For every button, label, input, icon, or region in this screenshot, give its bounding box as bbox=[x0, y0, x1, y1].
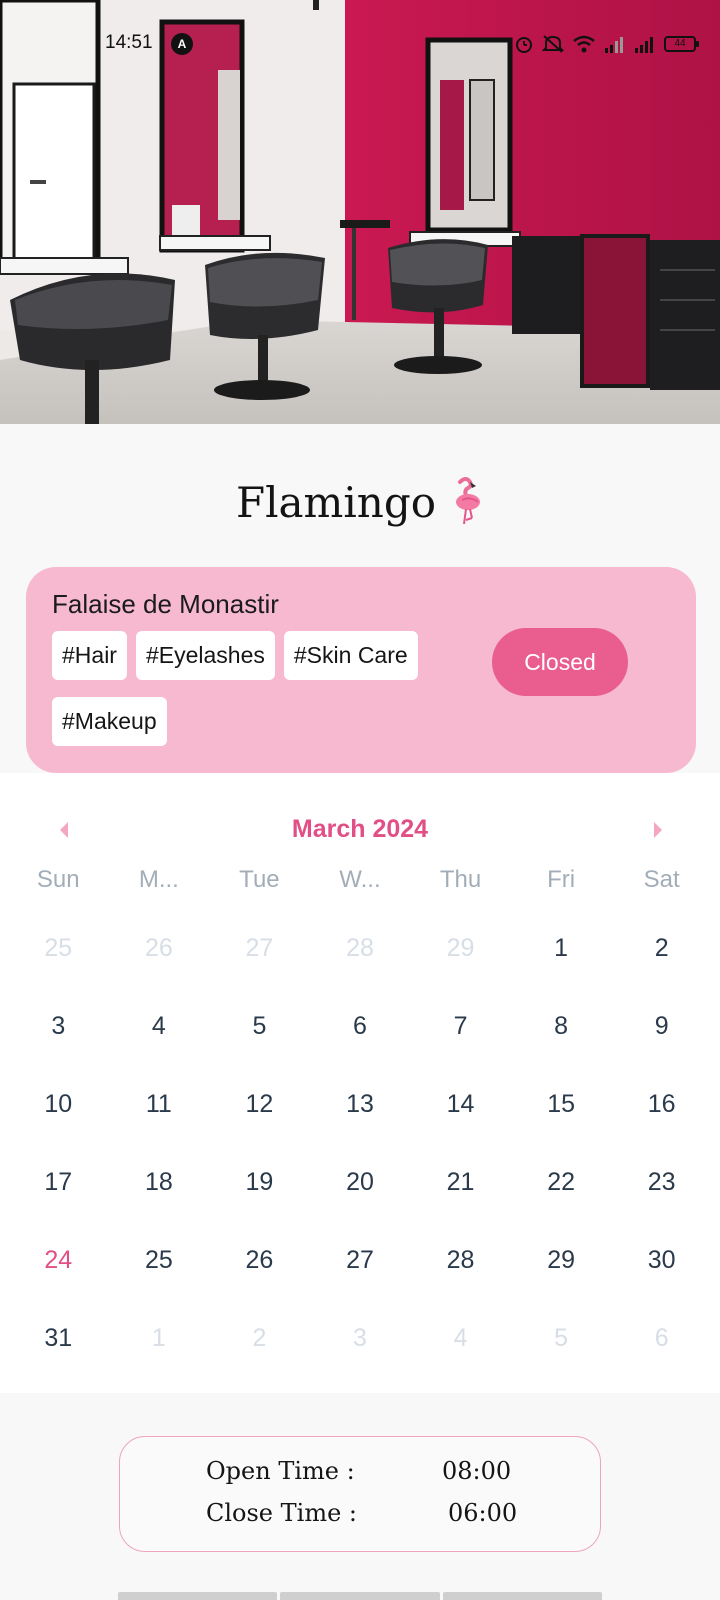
chevron-right-icon bbox=[654, 822, 662, 838]
tag-hair[interactable]: #Hair bbox=[52, 631, 127, 680]
calendar-day[interactable]: 30 bbox=[611, 1221, 712, 1299]
calendar-day[interactable]: 20 bbox=[310, 1143, 411, 1221]
signal-icon bbox=[635, 37, 653, 53]
battery-icon: 44 bbox=[664, 36, 699, 52]
calendar-day-today[interactable]: 24 bbox=[8, 1221, 109, 1299]
calendar-day[interactable]: 4 bbox=[109, 987, 210, 1065]
calendar-day-outside-month: 2 bbox=[252, 1324, 267, 1352]
calendar-day[interactable]: 25 bbox=[109, 1221, 210, 1299]
opening-hours-box: Open Time : 08:00 Close Time : 06:00 bbox=[119, 1436, 601, 1552]
calendar-day[interactable]: 27 bbox=[310, 1221, 411, 1299]
open-time-row: Open Time : 08:00 bbox=[120, 1457, 600, 1497]
service-tags: #Hair #Eyelashes #Skin Care #Makeup bbox=[52, 631, 432, 746]
calendar-day[interactable]: 26 bbox=[209, 1221, 310, 1299]
calendar-day-outside-month: 25 bbox=[44, 934, 73, 962]
calendar-day[interactable]: 29 bbox=[511, 1221, 612, 1299]
salon-photo bbox=[0, 0, 720, 424]
calendar-day[interactable]: 5 bbox=[209, 987, 310, 1065]
open-time-value: 08:00 bbox=[442, 1457, 512, 1485]
calendar: March 2024 Sun M... Tue W... Thu Fri Sat 25 26 27… bbox=[0, 773, 720, 1393]
calendar-day-outside-month: 28 bbox=[346, 934, 374, 962]
weekday-label: W... bbox=[339, 866, 381, 893]
close-time-value: 06:00 bbox=[448, 1499, 518, 1527]
status-time: 14:51 bbox=[105, 32, 153, 53]
calendar-day[interactable]: 13 bbox=[310, 1065, 411, 1143]
weekday-label: Tue bbox=[239, 866, 280, 893]
calendar-day[interactable]: 15 bbox=[511, 1065, 612, 1143]
calendar-day[interactable]: 12 bbox=[209, 1065, 310, 1143]
calendar-day-outside-month: 27 bbox=[245, 934, 274, 962]
salon-location: Falaise de Monastir bbox=[52, 589, 279, 619]
calendar-day-outside-month: 3 bbox=[353, 1324, 367, 1352]
calendar-day[interactable]: 21 bbox=[410, 1143, 511, 1221]
calendar-day-outside-month: 6 bbox=[654, 1324, 669, 1352]
calendar-day[interactable]: 1 bbox=[511, 909, 612, 987]
calendar-day[interactable]: 10 bbox=[8, 1065, 109, 1143]
calendar-day[interactable]: 22 bbox=[511, 1143, 612, 1221]
calendar-day-outside-month: 5 bbox=[554, 1324, 569, 1352]
calendar-day-outside-month: 26 bbox=[144, 934, 173, 962]
calendar-day[interactable]: 11 bbox=[109, 1065, 210, 1143]
bottom-tab-bar bbox=[118, 1592, 602, 1600]
calendar-day[interactable]: 3 bbox=[8, 987, 109, 1065]
tab-3[interactable] bbox=[442, 1592, 602, 1600]
close-time-label: Close Time : bbox=[206, 1499, 357, 1527]
calendar-day[interactable]: 28 bbox=[410, 1221, 511, 1299]
salon-title: Flamingo bbox=[0, 477, 720, 527]
calendar-day[interactable]: 7 bbox=[410, 987, 511, 1065]
alarm-icon bbox=[516, 37, 532, 53]
tag-skin-care[interactable]: #Skin Care bbox=[283, 631, 418, 680]
calendar-day[interactable]: 17 bbox=[8, 1143, 109, 1221]
close-time-row: Close Time : 06:00 bbox=[120, 1499, 600, 1539]
weekday-label: Sat bbox=[643, 866, 680, 893]
mute-icon bbox=[542, 35, 564, 53]
calendar-day-outside-month: 1 bbox=[151, 1324, 166, 1352]
calendar-day[interactable]: 6 bbox=[310, 987, 411, 1065]
tag-eyelashes[interactable]: #Eyelashes bbox=[135, 631, 275, 680]
salon-info-card: Falaise de Monastir #Hair #Eyelashes #Sk… bbox=[26, 567, 696, 773]
next-month-button[interactable] bbox=[643, 815, 673, 845]
open-status-badge[interactable]: Closed bbox=[492, 628, 628, 696]
weekday-label: Sun bbox=[36, 866, 80, 893]
calendar-day[interactable]: 19 bbox=[209, 1143, 310, 1221]
month-label: March 2024 bbox=[291, 815, 429, 843]
calendar-day[interactable]: 9 bbox=[611, 987, 712, 1065]
open-time-label: Open Time : bbox=[206, 1457, 355, 1485]
signal-icon bbox=[605, 37, 623, 53]
calendar-day-outside-month: 29 bbox=[446, 934, 475, 962]
tab-1[interactable] bbox=[118, 1592, 278, 1600]
flamingo-icon bbox=[456, 477, 481, 525]
app-notification-icon: A bbox=[171, 33, 193, 55]
tag-makeup[interactable]: #Makeup bbox=[52, 697, 167, 746]
calendar-day[interactable]: 16 bbox=[611, 1065, 712, 1143]
wifi-icon bbox=[573, 35, 595, 53]
status-bar: 14:51 A 44 bbox=[0, 28, 720, 62]
weekday-label: Thu bbox=[439, 866, 482, 893]
calendar-day-outside-month: 4 bbox=[453, 1324, 468, 1352]
calendar-day[interactable]: 31 bbox=[8, 1299, 109, 1377]
calendar-day[interactable]: 23 bbox=[611, 1143, 712, 1221]
weekday-label: Fri bbox=[547, 866, 576, 893]
calendar-grid: Sun M... Tue W... Thu Fri Sat 25 26 27 28 29 1 2 3 4 5 6 7… bbox=[8, 851, 712, 1377]
weekday-label: M... bbox=[138, 866, 179, 893]
calendar-day[interactable]: 18 bbox=[109, 1143, 210, 1221]
calendar-day[interactable]: 14 bbox=[410, 1065, 511, 1143]
tab-2[interactable] bbox=[280, 1592, 440, 1600]
salon-name: Flamingo bbox=[235, 478, 437, 527]
calendar-day[interactable]: 8 bbox=[511, 987, 612, 1065]
calendar-day[interactable]: 2 bbox=[611, 909, 712, 987]
calendar-header: March 2024 bbox=[0, 809, 720, 853]
